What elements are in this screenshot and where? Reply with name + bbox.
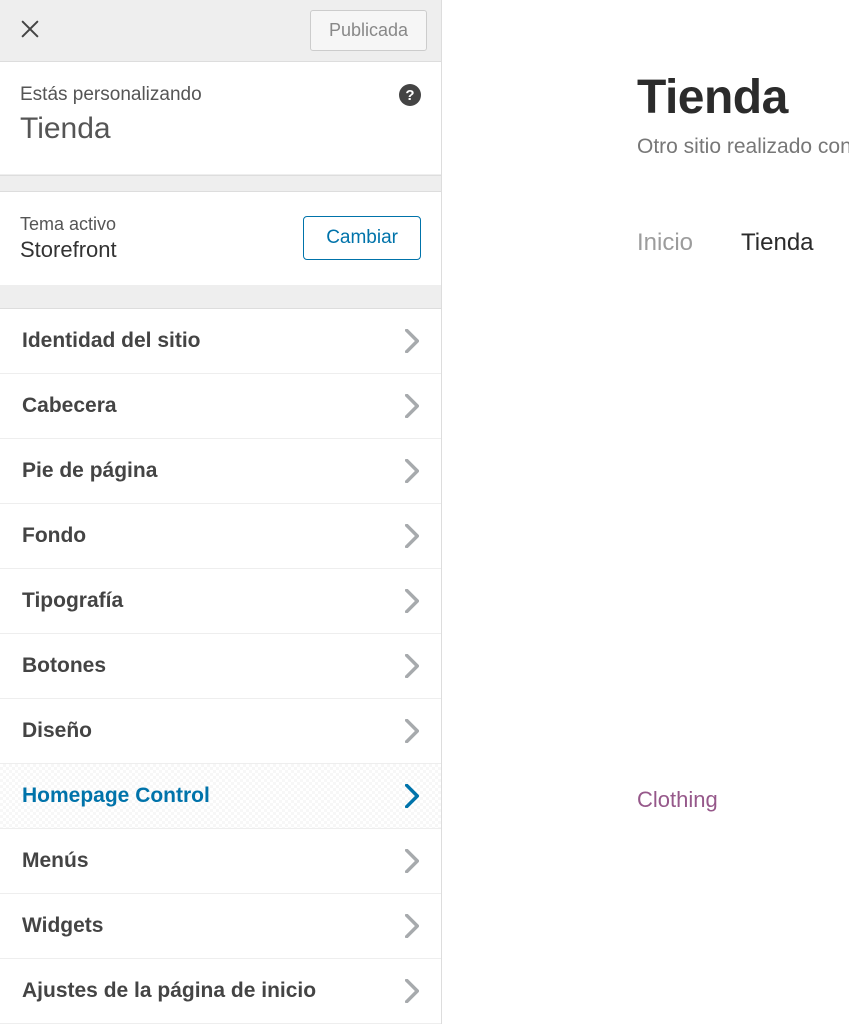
customizer-section-item[interactable]: Identidad del sitio	[0, 309, 441, 374]
close-icon	[19, 15, 41, 47]
customizer-section-item[interactable]: Homepage Control	[0, 764, 441, 829]
active-theme-section: Tema activo Storefront Cambiar	[0, 192, 441, 286]
change-theme-button[interactable]: Cambiar	[303, 216, 421, 260]
customizer-section-item[interactable]: Menús	[0, 829, 441, 894]
chevron-right-icon	[405, 914, 419, 938]
chevron-right-icon	[405, 849, 419, 873]
customizer-sidebar: Publicada Estás personalizando Tienda ? …	[0, 0, 442, 1024]
customizer-section-item[interactable]: Cabecera	[0, 374, 441, 439]
customizer-topbar: Publicada	[0, 0, 441, 62]
close-button[interactable]	[0, 1, 60, 61]
site-tagline: Otro sitio realizado con W	[637, 135, 849, 159]
chevron-right-icon	[405, 784, 419, 808]
chevron-right-icon	[405, 329, 419, 353]
chevron-right-icon	[405, 654, 419, 678]
customizer-section-item[interactable]: Fondo	[0, 504, 441, 569]
customizer-section-label: Identidad del sitio	[22, 329, 201, 353]
chevron-right-icon	[405, 719, 419, 743]
chevron-right-icon	[405, 524, 419, 548]
customizer-section-item[interactable]: Ajustes de la página de inicio	[0, 959, 441, 1024]
customizer-section-label: Ajustes de la página de inicio	[22, 979, 316, 1003]
customizer-section-item[interactable]: Pie de página	[0, 439, 441, 504]
customizing-label: Estás personalizando	[20, 84, 421, 106]
separator	[0, 175, 441, 191]
customizer-section-item[interactable]: Botones	[0, 634, 441, 699]
nav-link[interactable]: Inicio	[637, 229, 693, 257]
customizer-section-item[interactable]: Tipografía	[0, 569, 441, 634]
customizer-section-label: Diseño	[22, 719, 92, 743]
customizer-section-label: Menús	[22, 849, 89, 873]
customizer-section-label: Widgets	[22, 914, 103, 938]
site-preview-pane: Tienda Otro sitio realizado con W Inicio…	[442, 0, 849, 1024]
primary-navigation: Inicio Tienda	[637, 229, 849, 257]
customizer-section-label: Fondo	[22, 524, 86, 548]
site-title[interactable]: Tienda	[637, 70, 849, 125]
publish-status-button[interactable]: Publicada	[310, 10, 427, 51]
customizer-section-label: Pie de página	[22, 459, 157, 483]
customizing-header: Estás personalizando Tienda ?	[0, 62, 441, 175]
nav-link[interactable]: Tienda	[741, 229, 814, 257]
customizer-section-label: Cabecera	[22, 394, 117, 418]
customizer-section-label: Botones	[22, 654, 106, 678]
product-category-link[interactable]: Clothing	[637, 787, 849, 813]
customizer-section-item[interactable]: Diseño	[0, 699, 441, 764]
customizer-sections-list: Identidad del sitio Cabecera Pie de página…	[0, 309, 441, 1024]
chevron-right-icon	[405, 459, 419, 483]
active-theme-name: Storefront	[20, 237, 117, 263]
chevron-right-icon	[405, 394, 419, 418]
chevron-right-icon	[405, 979, 419, 1003]
customizer-section-label: Homepage Control	[22, 784, 210, 808]
customizer-section-item[interactable]: Widgets	[0, 894, 441, 959]
separator	[0, 286, 441, 309]
customizing-site-name: Tienda	[20, 112, 421, 146]
chevron-right-icon	[405, 589, 419, 613]
customizer-section-label: Tipografía	[22, 589, 123, 613]
active-theme-label: Tema activo	[20, 214, 117, 235]
